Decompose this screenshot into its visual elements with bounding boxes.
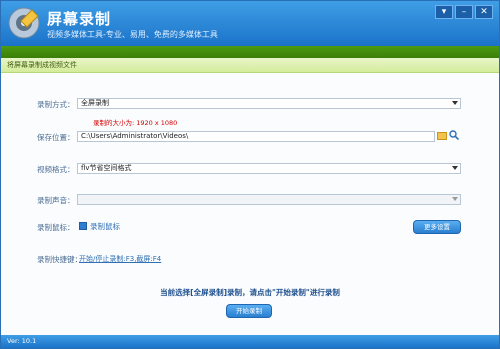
dropdown-arrow-icon (452, 197, 458, 201)
more-settings-button[interactable]: 更多设置 (413, 220, 461, 234)
app-logo-icon (8, 7, 40, 39)
save-path-input[interactable]: C:\Users\Administrator\Videos\ (77, 131, 435, 142)
format-value: flv节省空间格式 (81, 164, 132, 172)
mouse-checkbox[interactable] (79, 222, 87, 230)
section-title: 将屏幕录制成视频文件 (1, 58, 499, 73)
hotkey-link[interactable]: 开始/停止录制:F3,截屏:F4 (79, 254, 161, 264)
version-footer: Ver: 10.1 (1, 335, 499, 348)
window-controls: ▾ – ✕ (435, 5, 493, 19)
mode-select[interactable]: 全屏录制 (77, 98, 461, 109)
dropdown-arrow-icon (452, 101, 458, 105)
audio-select[interactable] (77, 194, 461, 205)
format-label: 视频格式： (37, 165, 75, 174)
mode-label: 录制方式： (37, 100, 75, 109)
app-window: 屏幕录制 视频多媒体工具-专业、易用、免费的多媒体工具 ▾ – ✕ 将屏幕录制成… (0, 0, 500, 349)
green-band (1, 46, 499, 58)
menu-button[interactable]: ▾ (435, 5, 453, 19)
hotkey-label: 录制快捷键： (37, 255, 82, 264)
close-button[interactable]: ✕ (475, 5, 493, 19)
mouse-label: 录制鼠标： (37, 223, 75, 232)
save-path-value: C:\Users\Administrator\Videos\ (81, 132, 189, 140)
mode-value: 全屏录制 (81, 99, 109, 107)
format-select[interactable]: flv节省空间格式 (77, 163, 461, 174)
folder-icon[interactable] (437, 132, 447, 140)
audio-label: 录制声音： (37, 196, 75, 205)
status-message: 当前选择[全屏录制]录制，请点击"开始录制"进行录制 (160, 288, 340, 297)
app-subtitle: 视频多媒体工具-专业、易用、免费的多媒体工具 (47, 30, 218, 39)
save-label: 保存位置： (37, 133, 75, 142)
dropdown-arrow-icon (452, 166, 458, 170)
app-title: 屏幕录制 (47, 10, 112, 28)
title-bar: 屏幕录制 视频多媒体工具-专业、易用、免费的多媒体工具 ▾ – ✕ (1, 1, 499, 46)
start-recording-button[interactable]: 开始录制 (226, 304, 272, 318)
size-hint: 录制的大小为: 1920 x 1080 (93, 119, 178, 127)
minimize-button[interactable]: – (455, 5, 473, 19)
mouse-checkbox-label[interactable]: 录制鼠标 (90, 221, 120, 232)
search-icon[interactable] (449, 130, 459, 140)
